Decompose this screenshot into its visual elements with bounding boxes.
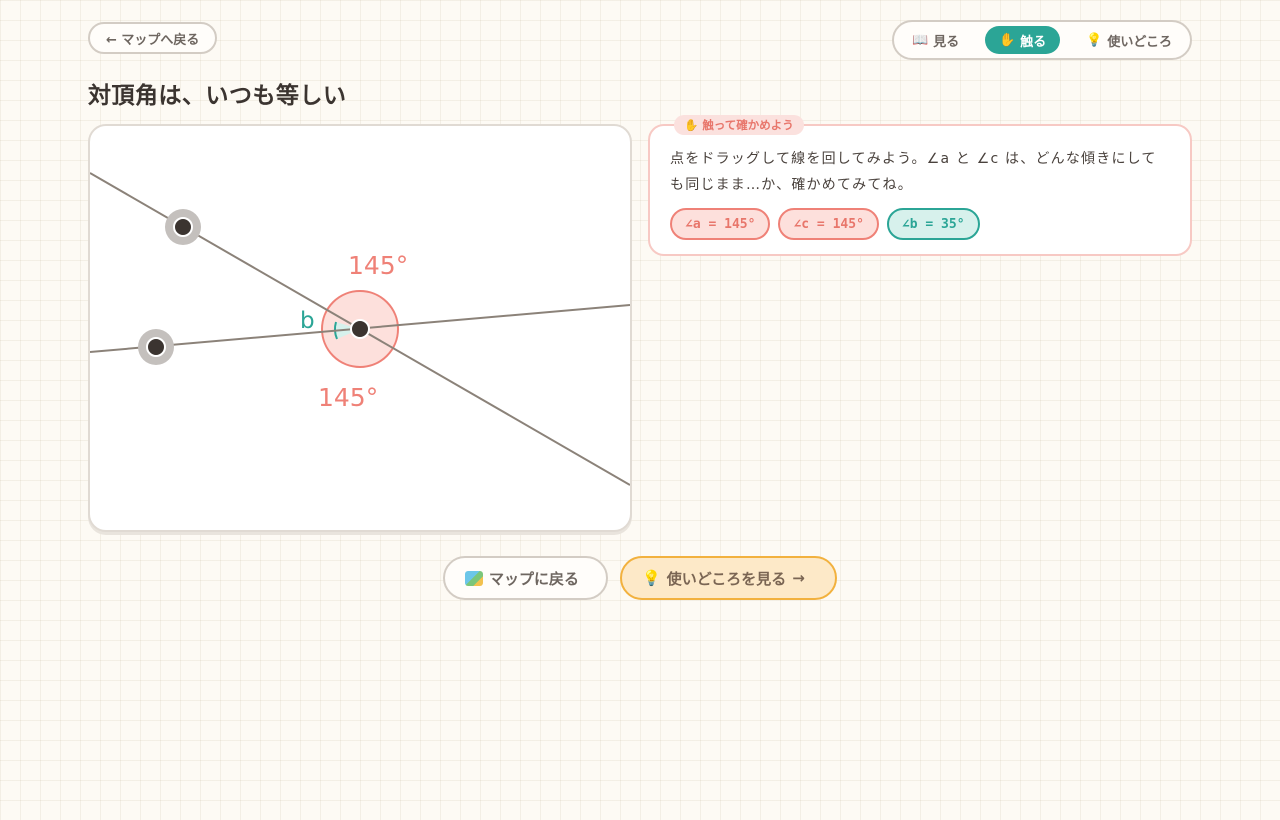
hand-icon: ✋ [999, 32, 1016, 48]
see-uses-button[interactable]: 💡 使いどころを見る → [620, 556, 837, 600]
return-to-map-label: マップに戻る [489, 569, 580, 588]
tab-touch-label: 触る [1020, 34, 1047, 50]
lightbulb-icon: 💡 [1086, 32, 1103, 48]
map-icon [465, 570, 483, 586]
drag-handle-line-one[interactable] [165, 209, 201, 245]
instruction-text: 点をドラッグして線を回してみよう。∠a と ∠c は、どんな傾きにしても同じまま… [670, 151, 1157, 193]
back-to-map-label: ← マップへ戻る [106, 32, 200, 48]
diagram-canvas[interactable]: 145° 145° b [88, 124, 632, 532]
angle-b-label: b [300, 308, 315, 334]
instruction-tag-label: 触って確かめよう [702, 118, 794, 132]
angle-c-label: 145° [318, 383, 378, 412]
page-title: 対頂角は、いつも等しい [88, 83, 347, 109]
instruction-tag: ✋ 触って確かめよう [674, 115, 804, 135]
book-icon: 📖 [912, 32, 929, 48]
instruction-card: ✋ 触って確かめよう 点をドラッグして線を回してみよう。∠a と ∠c は、どん… [648, 115, 1192, 256]
mode-tabs: 📖 見る ✋ 触る 💡 使いどころ [892, 20, 1192, 60]
lightbulb-icon: 💡 [642, 569, 661, 587]
tab-view-label: 見る [933, 34, 960, 50]
angle-c-readout: ∠c = 145° [778, 208, 879, 240]
tab-view[interactable]: 📖 見る [898, 26, 973, 54]
tab-touch[interactable]: ✋ 触る [985, 26, 1061, 54]
tab-uses-label: 使いどころ [1107, 34, 1172, 50]
drag-handle-line-two[interactable] [138, 329, 174, 365]
tab-uses[interactable]: 💡 使いどころ [1072, 26, 1186, 54]
intersection-point [350, 319, 370, 339]
angle-a-label: 145° [348, 251, 408, 280]
return-to-map-button[interactable]: マップに戻る [443, 556, 608, 600]
see-uses-label: 使いどころを見る [666, 569, 787, 588]
arrow-right-icon: → [792, 569, 805, 587]
hand-icon: ✋ [684, 118, 699, 132]
angle-readouts: ∠a = 145° ∠c = 145° ∠b = 35° [670, 208, 1170, 240]
angle-b-readout: ∠b = 35° [886, 208, 980, 240]
angle-a-readout: ∠a = 145° [670, 208, 771, 240]
vertical-angles-diagram: 145° 145° b [90, 172, 630, 486]
back-to-map-button[interactable]: ← マップへ戻る [88, 22, 218, 54]
